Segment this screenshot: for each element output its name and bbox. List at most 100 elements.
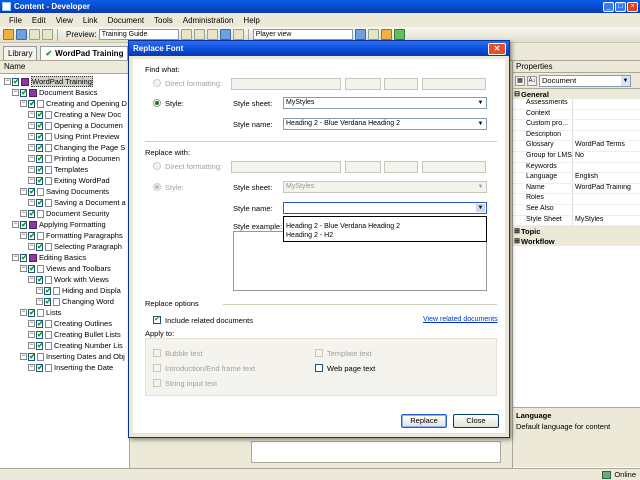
tree-item[interactable]: − ✔ Hiding and Displa <box>0 285 129 296</box>
tree-item[interactable]: − ✔ Printing a Documen <box>0 153 129 164</box>
tab-wordpad-training[interactable]: ✔ WordPad Training <box>40 46 129 60</box>
property-row[interactable]: Custom pro... <box>513 120 640 131</box>
property-value[interactable] <box>573 131 640 141</box>
expand-toggle-icon[interactable]: − <box>20 188 27 195</box>
property-value[interactable] <box>573 110 640 120</box>
expand-toggle-icon[interactable]: − <box>28 342 35 349</box>
properties-type-select[interactable]: Document ▼ <box>539 74 631 87</box>
expand-toggle-icon[interactable]: − <box>28 144 35 151</box>
expand-toggle-icon[interactable]: − <box>20 265 27 272</box>
expand-toggle-icon[interactable]: − <box>28 199 35 206</box>
include-related-checkbox[interactable]: ✔ <box>153 316 161 324</box>
tree-item[interactable]: − ✔ Lists <box>0 307 129 318</box>
publish-icon[interactable] <box>393 29 405 40</box>
menu-document[interactable]: Document <box>103 16 149 25</box>
expand-toggle-icon[interactable]: − <box>28 122 35 129</box>
property-value[interactable] <box>573 205 640 215</box>
property-value[interactable]: WordPad Terms <box>573 141 640 151</box>
delete-icon[interactable] <box>206 29 218 40</box>
expand-toggle-icon[interactable]: − <box>28 133 35 140</box>
maximize-button[interactable]: □ <box>615 1 626 12</box>
play-icon[interactable] <box>180 29 192 40</box>
spell-icon[interactable] <box>232 29 244 40</box>
tree-item[interactable]: − ✔ Formatting Paragraphs <box>0 230 129 241</box>
tree-item[interactable]: − ✔ Inserting the Date <box>0 362 129 373</box>
expand-toggle-icon[interactable]: − <box>28 243 35 250</box>
expand-toggle-icon[interactable]: − <box>4 78 11 85</box>
property-row[interactable]: Name WordPad Training <box>513 183 640 195</box>
tree-item[interactable]: − ✔ Editing Basics <box>0 252 129 263</box>
menu-file[interactable]: File <box>4 16 27 25</box>
tree-item[interactable]: − ✔ Creating a New Doc <box>0 109 129 120</box>
expand-toggle-icon[interactable]: − <box>20 232 27 239</box>
property-row[interactable]: Assessments <box>513 99 640 110</box>
expand-toggle-icon[interactable]: − <box>28 166 35 173</box>
menu-tools[interactable]: Tools <box>149 16 178 25</box>
property-row[interactable]: Style Sheet MyStyles <box>513 215 640 227</box>
menu-edit[interactable]: Edit <box>27 16 51 25</box>
property-value[interactable]: MyStyles <box>573 216 640 226</box>
tree-item[interactable]: − ✔ Changing the Page S <box>0 142 129 153</box>
tree-item[interactable]: − ✔ Work with Views <box>0 274 129 285</box>
category-topic[interactable]: ⊞ Topic <box>513 226 640 237</box>
expand-toggle-icon[interactable]: − <box>28 276 35 283</box>
tree-item[interactable]: − ✔ WordPad Training <box>0 76 129 87</box>
expand-toggle-icon[interactable]: − <box>20 353 27 360</box>
tree-item[interactable]: − ✔ Views and Toolbars <box>0 263 129 274</box>
property-row[interactable]: Glossary WordPad Terms <box>513 141 640 152</box>
category-workflow[interactable]: ⊞ Workflow <box>513 236 640 247</box>
property-value[interactable] <box>573 120 640 130</box>
layout-icon[interactable] <box>354 29 366 40</box>
tree-item[interactable]: − ✔ Creating and Opening D <box>0 98 129 109</box>
link-icon[interactable] <box>193 29 205 40</box>
property-row[interactable]: Keywords <box>513 162 640 174</box>
preview-select[interactable]: Training Guide <box>98 29 179 40</box>
menu-view[interactable]: View <box>51 16 78 25</box>
close-window-button[interactable]: × <box>627 1 638 12</box>
expand-toggle-icon[interactable]: − <box>12 221 19 228</box>
expand-toggle-icon[interactable]: − <box>28 320 35 327</box>
style-option-2[interactable]: Heading 2 - H2 <box>284 231 486 240</box>
tree-item[interactable]: − ✔ Creating Bullet Lists <box>0 329 129 340</box>
tree-item[interactable]: − ✔ Saving a Document a <box>0 197 129 208</box>
category-general[interactable]: ⊟ General <box>513 89 640 99</box>
style-option-1[interactable]: Heading 2 - Blue Verdana Heading 2 <box>284 222 486 231</box>
menu-administration[interactable]: Administration <box>178 16 239 25</box>
find-style-radio[interactable] <box>153 99 161 107</box>
tree-item[interactable]: − ✔ Document Basics <box>0 87 129 98</box>
property-row[interactable]: Language English <box>513 173 640 184</box>
tree-item[interactable]: − ✔ Exiting WordPad <box>0 175 129 186</box>
tree-item[interactable]: − ✔ Templates <box>0 164 129 175</box>
tree-item[interactable]: − ✔ Creating Outlines <box>0 318 129 329</box>
minimize-button[interactable]: _ <box>603 1 614 12</box>
property-value[interactable] <box>573 163 640 173</box>
dialog-close-icon[interactable]: ✕ <box>488 43 506 55</box>
tree-item[interactable]: − ✔ Using Print Preview <box>0 131 129 142</box>
tab-library[interactable]: Library <box>3 46 38 60</box>
format-icon[interactable] <box>219 29 231 40</box>
open-icon[interactable] <box>3 29 14 40</box>
tree-item[interactable]: − ✔ Saving Documents <box>0 186 129 197</box>
player-view-select[interactable]: Player view <box>252 29 353 40</box>
copy-icon[interactable] <box>42 29 53 40</box>
property-row[interactable]: See Also <box>513 204 640 216</box>
menu-help[interactable]: Help <box>238 16 264 25</box>
close-button[interactable]: Close <box>453 414 499 428</box>
tree-item[interactable]: − ✔ Document Security <box>0 208 129 219</box>
expand-toggle-icon[interactable]: − <box>20 309 27 316</box>
expand-toggle-icon[interactable]: − <box>28 155 35 162</box>
tree-item[interactable]: − ✔ Selecting Paragraph <box>0 241 129 252</box>
find-style-sheet-select[interactable]: MyStyles ▼ <box>283 97 487 109</box>
replace-style-name-select[interactable]: ▼ <box>283 202 487 214</box>
tree-item[interactable]: − ✔ Inserting Dates and Obj <box>0 351 129 362</box>
expand-toggle-icon[interactable]: − <box>20 210 27 217</box>
editor-field[interactable] <box>251 441 501 463</box>
expand-toggle-icon[interactable]: − <box>28 364 35 371</box>
property-row[interactable]: Group for LMS No <box>513 151 640 163</box>
expand-toggle-icon[interactable]: − <box>20 100 27 107</box>
property-value[interactable]: WordPad Training <box>573 184 640 194</box>
property-value[interactable]: English <box>573 173 640 183</box>
view-related-link[interactable]: View related documents <box>423 316 498 323</box>
tree-item[interactable]: − ✔ Changing Word <box>0 296 129 307</box>
outline-icon[interactable] <box>380 29 392 40</box>
